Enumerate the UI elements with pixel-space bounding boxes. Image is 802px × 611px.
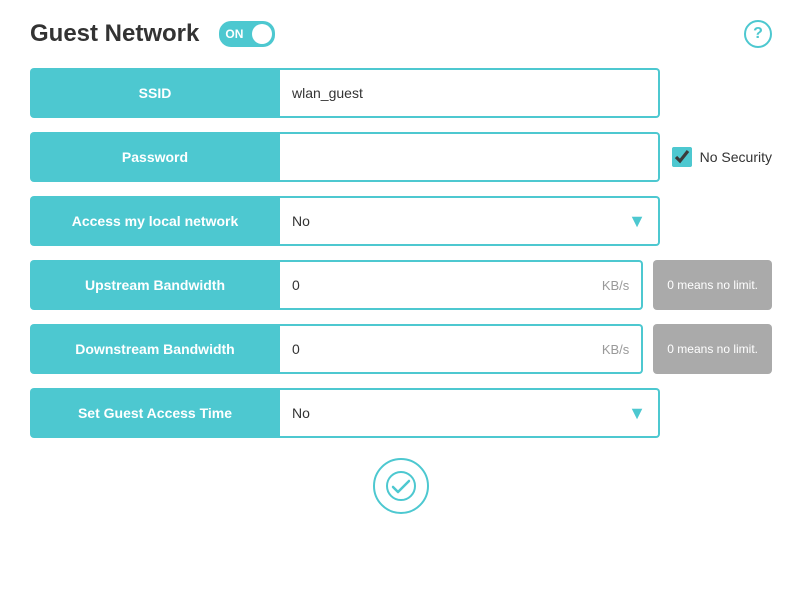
- downstream-bandwidth-label: Downstream Bandwidth: [30, 324, 280, 374]
- access-local-network-select[interactable]: No ▼: [280, 196, 660, 246]
- guest-access-time-label: Set Guest Access Time: [30, 388, 280, 438]
- downstream-bandwidth-hint: 0 means no limit.: [653, 324, 772, 374]
- guest-access-time-value: No: [292, 405, 628, 421]
- ssid-label: SSID: [30, 68, 280, 118]
- guest-access-time-dropdown-arrow-icon: ▼: [628, 403, 646, 424]
- page-title: Guest Network: [30, 20, 199, 48]
- password-row: Password No Security: [30, 132, 772, 182]
- upstream-bandwidth-hint: 0 means no limit.: [653, 260, 772, 310]
- save-button-container: [30, 458, 772, 514]
- downstream-bandwidth-field: KB/s: [280, 324, 643, 374]
- downstream-bandwidth-row: Downstream Bandwidth KB/s 0 means no lim…: [30, 324, 772, 374]
- access-local-network-row: Access my local network No ▼: [30, 196, 772, 246]
- upstream-bandwidth-input[interactable]: [292, 277, 352, 293]
- guest-network-toggle[interactable]: ON: [219, 21, 275, 47]
- password-input[interactable]: [280, 132, 660, 182]
- ssid-input[interactable]: [280, 68, 660, 118]
- no-security-container: No Security: [672, 147, 772, 167]
- access-local-network-label: Access my local network: [30, 196, 280, 246]
- toggle-label: ON: [225, 27, 243, 41]
- dropdown-arrow-icon: ▼: [628, 211, 646, 232]
- downstream-bandwidth-input[interactable]: [292, 341, 352, 357]
- upstream-bandwidth-unit: KB/s: [602, 278, 629, 293]
- upstream-bandwidth-field: KB/s: [280, 260, 643, 310]
- upstream-bandwidth-row: Upstream Bandwidth KB/s 0 means no limit…: [30, 260, 772, 310]
- access-local-network-value: No: [292, 213, 628, 229]
- guest-access-time-select[interactable]: No ▼: [280, 388, 660, 438]
- guest-access-time-row: Set Guest Access Time No ▼: [30, 388, 772, 438]
- help-icon[interactable]: ?: [744, 20, 772, 48]
- no-security-checkbox[interactable]: [672, 147, 692, 167]
- ssid-row: SSID: [30, 68, 772, 118]
- no-security-label: No Security: [700, 149, 772, 165]
- downstream-bandwidth-unit: KB/s: [602, 342, 629, 357]
- save-button[interactable]: [373, 458, 429, 514]
- upstream-bandwidth-label: Upstream Bandwidth: [30, 260, 280, 310]
- password-label: Password: [30, 132, 280, 182]
- toggle-knob: [252, 24, 272, 44]
